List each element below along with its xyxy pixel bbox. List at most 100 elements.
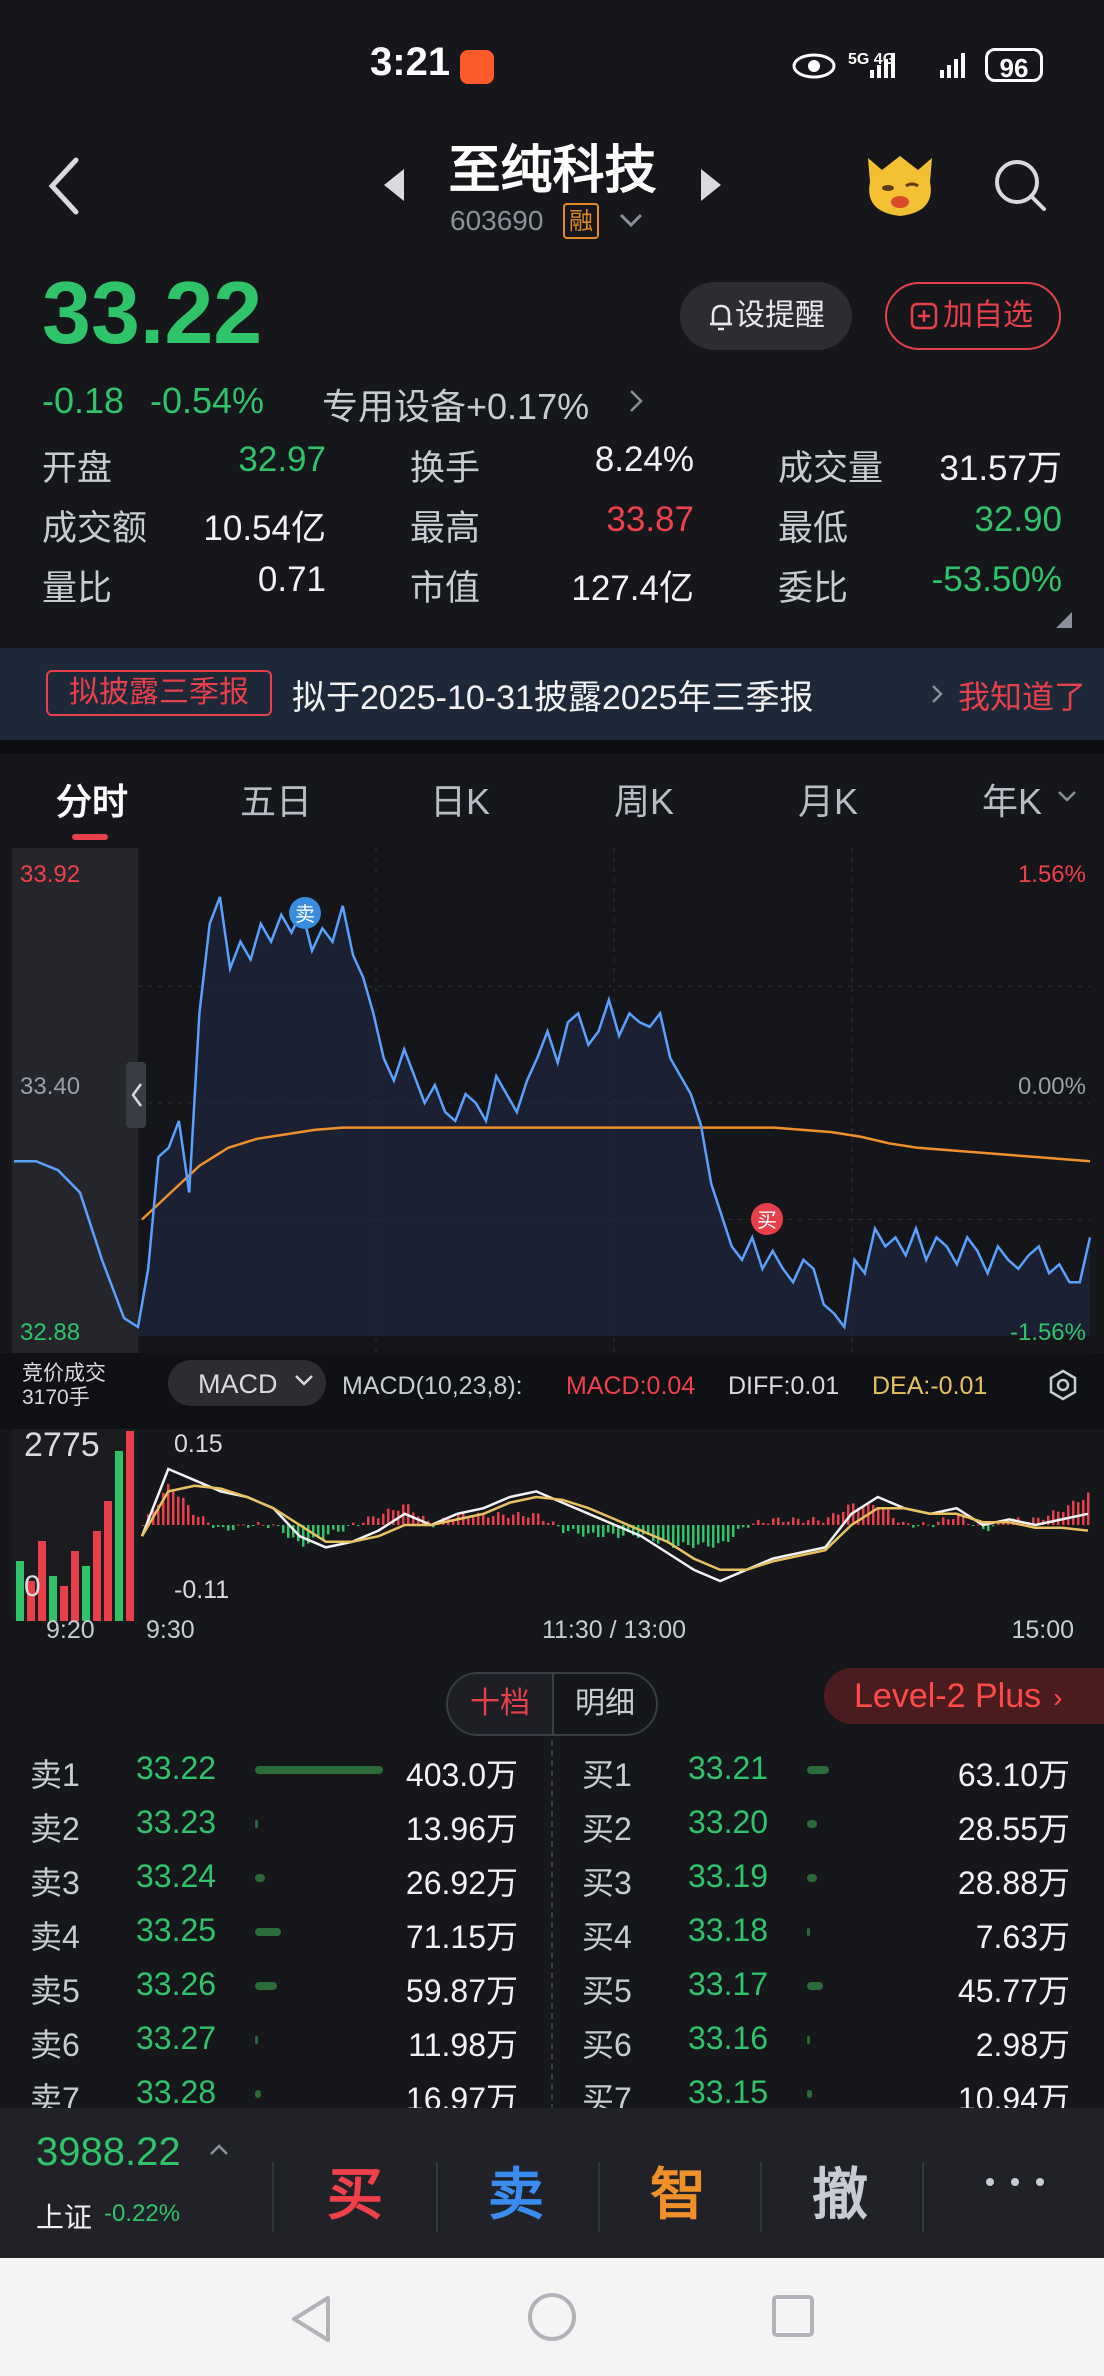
macd-bar (992, 1525, 995, 1527)
macd-bar (1072, 1500, 1075, 1525)
orderbook-price[interactable]: 33.27 (136, 2020, 216, 2057)
tab-weekly-k[interactable]: 周K (584, 773, 704, 825)
macd-bar (592, 1525, 595, 1533)
price-change-percent: -0.54% (150, 380, 265, 421)
chevron-right-icon: › (1053, 1682, 1063, 1713)
stat-label: 最高 (410, 509, 481, 548)
macd-bar (197, 1516, 200, 1525)
tab-ten-levels[interactable]: 十档 (448, 1674, 552, 1734)
cancel-order-button[interactable]: 撤 (790, 2150, 890, 2231)
orderbook-price[interactable]: 33.28 (136, 2074, 216, 2110)
macd-bar (1067, 1505, 1070, 1525)
chevron-right-icon[interactable] (628, 388, 644, 414)
orderbook-price[interactable]: 33.19 (688, 1858, 768, 1895)
acknowledge-link[interactable]: 我知道了 (958, 672, 1086, 718)
orderbook-price[interactable]: 33.25 (136, 1912, 216, 1949)
macd-bar (567, 1525, 570, 1532)
macd-bar (702, 1525, 705, 1543)
orderbook-price[interactable]: 33.26 (136, 1966, 216, 2003)
macd-bar (622, 1525, 625, 1536)
orderbook-price[interactable]: 33.24 (136, 1858, 216, 1895)
orderbook-level-label: 买1 (582, 1757, 632, 1793)
orderbook-volume: 59.87万 (405, 1973, 518, 2009)
next-stock-icon[interactable] (695, 165, 725, 205)
macd-bar (762, 1522, 765, 1525)
smart-order-button[interactable]: 智 (628, 2150, 728, 2231)
auction-label: 竞价成交 (22, 1362, 106, 1385)
bid-list: 买1 33.21 63.10万 买2 33.20 28.55万 买3 33.19 28.88万买… (552, 1740, 1104, 2110)
volume-axis-min: 0 (24, 1570, 41, 1603)
macd-bar (532, 1513, 535, 1525)
macd-bar (237, 1524, 240, 1526)
prev-stock-icon[interactable] (380, 165, 410, 205)
orderbook-level-label: 买5 (582, 1973, 632, 2009)
tab-trade-detail[interactable]: 明细 (552, 1674, 656, 1734)
orderbook-volume-bar (807, 1982, 823, 1990)
pct-axis-mid: 0.00% (1018, 1073, 1086, 1100)
sell-marker[interactable]: 卖 (289, 897, 321, 929)
sector-link[interactable]: 专用设备+0.17% (322, 378, 589, 430)
orderbook-volume-bar (255, 2036, 259, 2044)
index-value[interactable]: 3988.22 (36, 2130, 181, 2175)
tab-yearly-k[interactable]: 年K (952, 773, 1072, 825)
orderbook-volume-bar (807, 1820, 817, 1828)
sell-marker-label: 卖 (295, 903, 315, 926)
orderbook-price[interactable]: 33.23 (136, 1804, 216, 1841)
orderbook-price[interactable]: 33.20 (688, 1804, 768, 1841)
orderbook-price[interactable]: 33.21 (688, 1750, 768, 1787)
macd-bar (607, 1525, 610, 1533)
macd-bar (652, 1525, 655, 1542)
macd-bar (812, 1516, 815, 1525)
tab-daily-k[interactable]: 日K (400, 773, 520, 825)
search-icon[interactable] (990, 155, 1050, 215)
nav-recent-icon[interactable] (770, 2293, 816, 2339)
macd-bar (737, 1525, 740, 1529)
orderbook-price[interactable]: 33.17 (688, 1966, 768, 2003)
orderbook-level-label: 卖2 (30, 1811, 80, 1847)
more-icon[interactable] (980, 2172, 1050, 2192)
macd-bar (822, 1522, 825, 1525)
nav-back-icon[interactable] (286, 2292, 336, 2346)
chevron-down-icon[interactable] (618, 210, 644, 230)
macd-bar (277, 1525, 280, 1526)
macd-bar (977, 1524, 980, 1526)
collapse-auction-handle[interactable] (126, 1062, 146, 1128)
macd-bar (542, 1520, 545, 1525)
separator (760, 2162, 762, 2232)
chevron-down-icon[interactable] (1056, 788, 1078, 804)
tab-five-day[interactable]: 五日 (216, 773, 336, 825)
macd-bar (902, 1521, 905, 1525)
stat-label: 委比 (778, 569, 849, 608)
orderbook-price[interactable]: 33.15 (688, 2074, 768, 2110)
sell-button[interactable]: 卖 (466, 2150, 566, 2231)
tab-intraday[interactable]: 分时 (32, 773, 152, 825)
time-label-midday: 11:30 / 13:00 (542, 1616, 686, 1644)
macd-bar (577, 1525, 580, 1534)
mascot-icon[interactable] (862, 152, 938, 220)
intraday-chart[interactable]: 33.92 33.40 32.88 1.56% 0.00% -1.56% 卖 买… (0, 848, 1104, 1660)
level2-plus-button[interactable]: Level-2 Plus › (824, 1668, 1104, 1724)
macd-bar (717, 1525, 720, 1544)
macd-bar (247, 1525, 250, 1528)
buy-marker[interactable]: 买 (751, 1203, 783, 1235)
orderbook-price[interactable]: 33.22 (136, 1750, 216, 1787)
macd-bar (927, 1524, 930, 1526)
macd-bar (732, 1525, 735, 1537)
orderbook-price[interactable]: 33.16 (688, 2020, 768, 2057)
macd-bar (612, 1525, 615, 1534)
macd-bar (142, 1525, 145, 1526)
set-alert-button[interactable]: 设提醒 (680, 282, 852, 350)
orderbook-volume: 28.55万 (957, 1811, 1070, 1847)
buy-button[interactable]: 买 (305, 2150, 405, 2231)
price-change: -0.18 (42, 380, 125, 421)
orderbook-price[interactable]: 33.18 (688, 1912, 768, 1949)
nav-home-icon[interactable] (525, 2290, 579, 2344)
time-label-920: 9:20 (46, 1616, 95, 1644)
orderbook-volume: 45.77万 (957, 1973, 1070, 2009)
macd-bar (697, 1525, 700, 1545)
tab-monthly-k[interactable]: 月K (768, 773, 888, 825)
chevron-up-icon[interactable] (208, 2142, 230, 2158)
macd-params: MACD(10,23,8): (342, 1372, 523, 1400)
expand-corner-icon[interactable] (1056, 612, 1072, 628)
back-arrow-icon[interactable] (40, 150, 100, 220)
